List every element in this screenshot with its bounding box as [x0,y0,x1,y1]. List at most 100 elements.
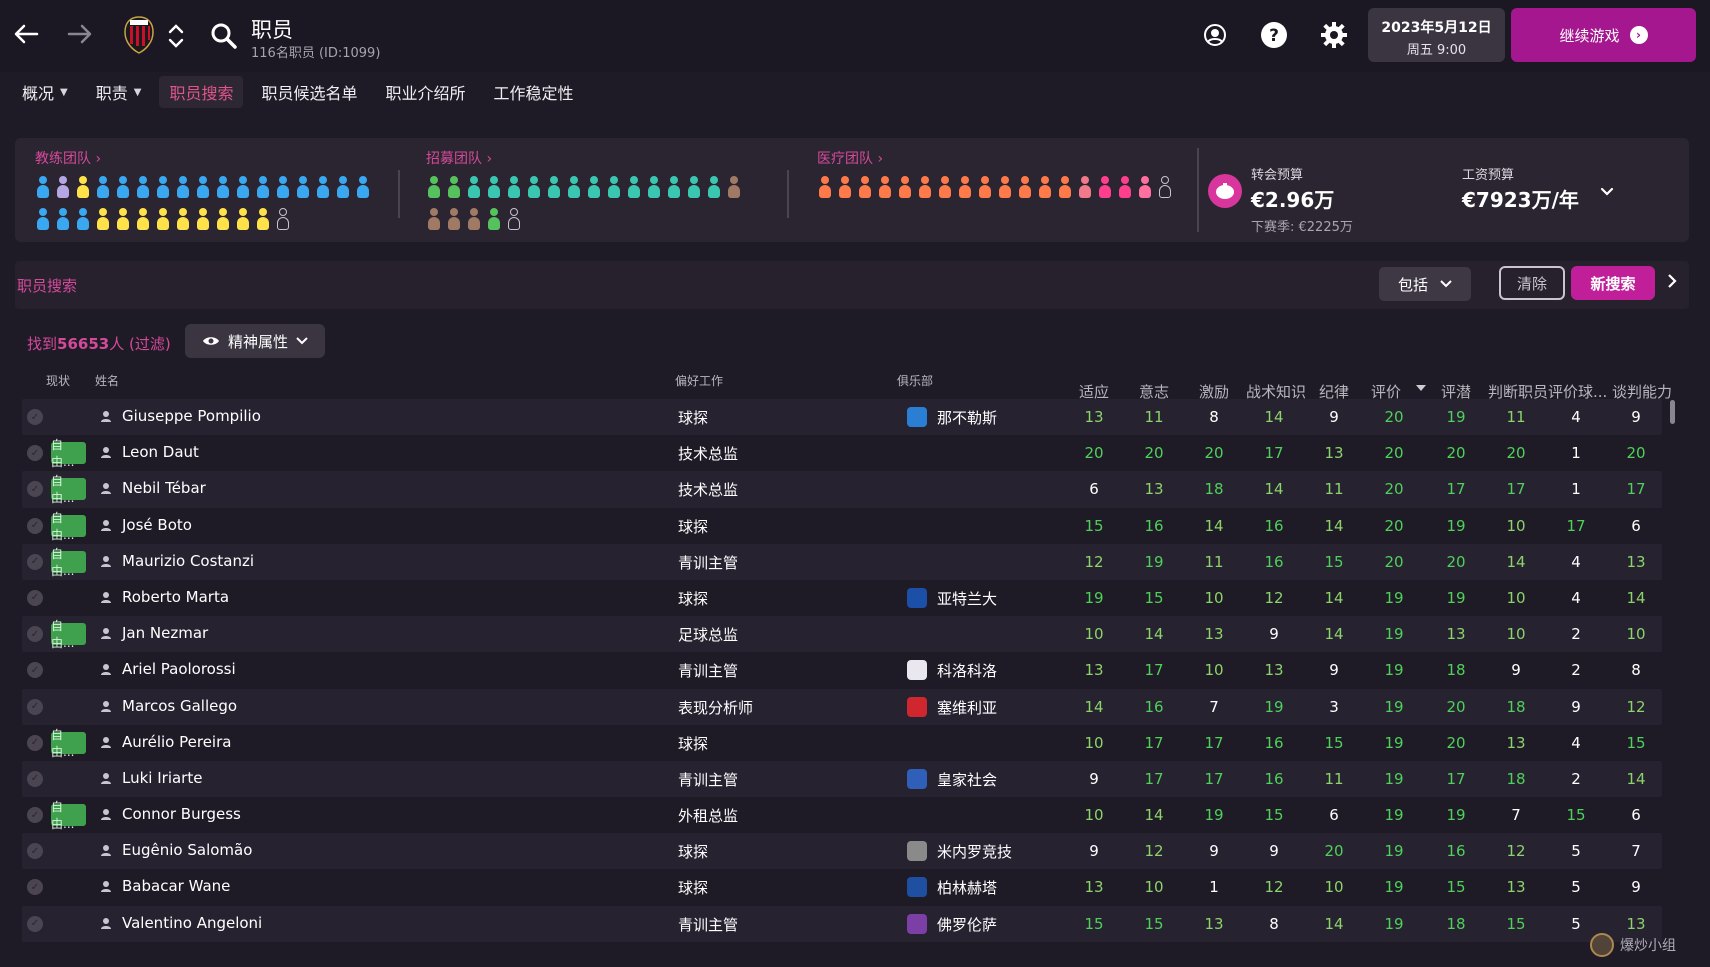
forward-button[interactable] [62,16,98,52]
staff-member-icon[interactable] [215,176,231,198]
table-scrollbar[interactable] [1670,400,1675,424]
staff-member-icon[interactable] [1017,176,1033,198]
club-name[interactable]: 那不勒斯 [937,407,997,428]
club-name[interactable]: 科洛科洛 [937,660,997,681]
staff-member-icon[interactable] [35,208,51,230]
staff-member-icon[interactable] [195,176,211,198]
staff-member-icon[interactable] [55,208,71,230]
staff-member-icon[interactable] [526,176,542,198]
col-status[interactable]: 现状 [46,372,70,389]
select-check-icon[interactable]: ✓ [27,879,43,896]
select-check-icon[interactable]: ✓ [27,770,43,787]
staff-name[interactable]: Ariel Paolorossi [122,660,236,678]
table-row[interactable]: ✓ 自由... Aurélio Pereira 球探 10 17 17 16 15 19 20 13 4… [22,724,1662,761]
club-switch-arrows-icon[interactable] [166,20,186,52]
staff-member-icon[interactable] [295,176,311,198]
select-check-icon[interactable]: ✓ [27,843,43,860]
staff-member-icon[interactable] [1057,176,1073,198]
staff-member-icon[interactable] [1077,176,1093,198]
staff-name[interactable]: Babacar Wane [122,877,230,895]
staff-name[interactable]: Jan Nezmar [122,624,208,642]
club-name[interactable]: 皇家社会 [937,769,997,790]
staff-name[interactable]: Marcos Gallego [122,697,237,715]
staff-member-icon[interactable] [135,208,151,230]
select-check-icon[interactable]: ✓ [27,734,43,751]
table-row[interactable]: ✓ 自由... Jan Nezmar 足球总监 10 14 13 9 14 19 13 10 2 10 [22,616,1662,653]
staff-member-icon[interactable] [75,208,91,230]
staff-member-icon[interactable] [426,176,442,198]
staff-member-icon[interactable] [546,176,562,198]
select-check-icon[interactable]: ✓ [27,517,43,534]
table-row[interactable]: ✓ 自由... José Boto 球探 15 16 14 16 14 20 19 10 17 6 [22,507,1662,544]
staff-member-icon[interactable] [175,208,191,230]
tab-overview[interactable]: 概况 ▼ [12,76,78,108]
select-check-icon[interactable]: ✓ [27,409,43,425]
staff-member-icon[interactable] [937,176,953,198]
staff-member-icon[interactable] [255,176,271,198]
staff-member-icon[interactable] [35,176,51,198]
settings-gear-icon[interactable] [1319,20,1349,50]
select-check-icon[interactable]: ✓ [27,698,43,715]
staff-member-icon[interactable] [235,176,251,198]
table-row[interactable]: ✓ Luki Iriarte 青训主管 皇家社会 9 17 17 16 11 19 17 18 2 14 [22,760,1662,798]
social-feed-icon[interactable] [1200,20,1230,50]
staff-member-icon[interactable] [626,176,642,198]
staff-name[interactable]: Giuseppe Pompilio [122,407,261,425]
back-button[interactable] [8,16,44,52]
staff-member-icon[interactable] [997,176,1013,198]
staff-name[interactable]: Maurizio Costanzi [122,552,254,570]
staff-name[interactable]: Aurélio Pereira [122,733,231,751]
clear-button[interactable]: 清除 [1499,266,1565,300]
staff-member-icon[interactable] [275,176,291,198]
club-name[interactable]: 塞维利亚 [937,697,997,718]
table-row[interactable]: ✓ 自由... Nebil Tébar 技术总监 6 13 18 14 11 20 17 17 1 17 [22,471,1662,508]
table-row[interactable]: ✓ Eugênio Salomão 球探 米内罗竞技 9 12 9 9 20 19 16 12 5 7 [22,833,1662,870]
table-row[interactable]: ✓ Babacar Wane 球探 柏林赫塔 13 10 1 12 10 19 15 13 5 9 [22,869,1662,906]
staff-member-icon[interactable] [155,176,171,198]
col-name[interactable]: 姓名 [95,372,119,389]
staff-member-icon[interactable] [486,208,502,230]
attribute-view-dropdown[interactable]: 精神属性 [185,324,325,358]
staff-member-icon[interactable] [837,176,853,198]
vacant-staff-icon[interactable] [1157,176,1173,198]
staff-name[interactable]: Luki Iriarte [122,769,202,787]
staff-member-icon[interactable] [355,176,371,198]
select-check-icon[interactable]: ✓ [27,553,43,570]
search-icon[interactable] [210,22,238,50]
chevron-right-icon[interactable] [1667,273,1677,293]
staff-name[interactable]: Eugênio Salomão [122,841,252,859]
staff-member-icon[interactable] [586,176,602,198]
club-name[interactable]: 米内罗竞技 [937,841,1012,862]
select-check-icon[interactable]: ✓ [27,662,43,679]
tab-responsibilities[interactable]: 职责 ▼ [86,76,152,108]
staff-member-icon[interactable] [255,208,271,230]
staff-member-icon[interactable] [506,176,522,198]
staff-name[interactable]: Valentino Angeloni [122,914,262,932]
vacant-staff-icon[interactable] [275,208,291,230]
staff-member-icon[interactable] [977,176,993,198]
staff-member-icon[interactable] [1137,176,1153,198]
tab-staff-shortlist[interactable]: 职员候选名单 [251,76,367,108]
staff-member-icon[interactable] [486,176,502,198]
staff-member-icon[interactable] [566,176,582,198]
scouting-team-group[interactable]: 招募团队 › [426,138,742,232]
staff-member-icon[interactable] [175,176,191,198]
select-check-icon[interactable]: ✓ [27,481,43,498]
club-name[interactable]: 佛罗伦萨 [937,914,997,935]
select-check-icon[interactable]: ✓ [27,915,43,932]
select-check-icon[interactable]: ✓ [27,445,43,462]
staff-member-icon[interactable] [606,176,622,198]
staff-member-icon[interactable] [335,176,351,198]
staff-member-icon[interactable] [877,176,893,198]
staff-member-icon[interactable] [135,176,151,198]
staff-member-icon[interactable] [1037,176,1053,198]
scouting-team-title[interactable]: 招募团队 › [426,148,742,168]
staff-member-icon[interactable] [75,176,91,198]
tab-job-security[interactable]: 工作稳定性 [483,76,583,108]
staff-member-icon[interactable] [706,176,722,198]
medical-team-title[interactable]: 医疗团队 › [817,148,1173,168]
tab-job-centre[interactable]: 职业介绍所 [375,76,475,108]
continue-game-button[interactable]: 继续游戏 › [1511,8,1696,62]
staff-member-icon[interactable] [466,208,482,230]
select-check-icon[interactable]: ✓ [27,589,43,606]
